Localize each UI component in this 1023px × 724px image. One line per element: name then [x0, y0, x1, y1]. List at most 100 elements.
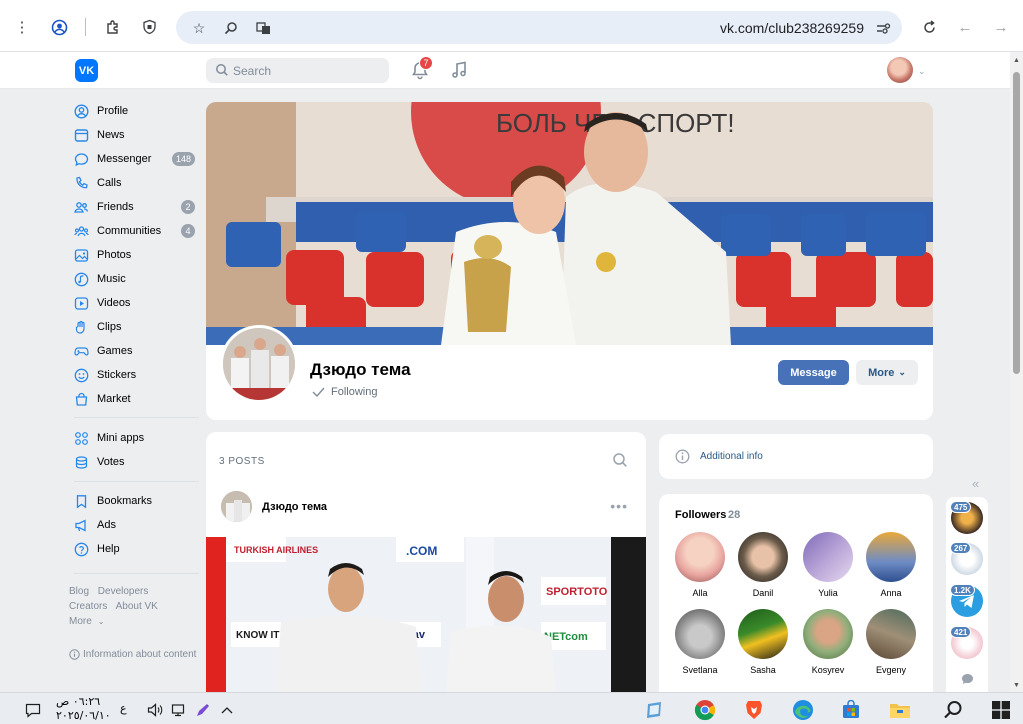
reload-icon[interactable]	[917, 15, 941, 39]
site-settings-icon[interactable]	[872, 17, 894, 39]
grid-icon	[75, 431, 88, 445]
sidebar-item-label: Market	[97, 393, 131, 405]
info-content-link[interactable]: Information about content	[69, 649, 196, 660]
chrome-icon[interactable]	[694, 699, 716, 721]
notification-center-icon[interactable]	[22, 699, 44, 721]
url-text[interactable]: vk.com/club238269259	[720, 20, 864, 36]
sidebar-item-label: Clips	[97, 321, 122, 333]
translate-icon[interactable]	[252, 17, 274, 39]
follower-avatar	[803, 532, 853, 582]
sidebar-item-stickers[interactable]: Stickers	[74, 365, 199, 385]
group-name: Дзюдо тема	[310, 360, 411, 379]
sidebar-item-messenger[interactable]: Messenger 148	[74, 149, 199, 169]
info-icon	[675, 449, 690, 464]
profile-icon[interactable]	[47, 15, 71, 39]
message-icon	[74, 152, 89, 166]
posts-card: 3 POSTS Дзюдо тема ••• TURKISH AIRLINES …	[206, 432, 646, 692]
follower-item[interactable]: Sasha	[733, 609, 793, 675]
page-scrollbar[interactable]: ▲ ▼	[1010, 52, 1023, 692]
sidebar-item-bookmarks[interactable]: Bookmarks	[74, 491, 199, 511]
music-note-icon[interactable]	[449, 60, 469, 80]
address-bar[interactable]: ☆ vk.com/club238269259	[176, 11, 902, 44]
sidebar-item-calls[interactable]: Calls	[74, 173, 199, 193]
chevron-down-icon[interactable]: ⌄	[918, 66, 926, 77]
music-icon	[74, 272, 89, 286]
scrollbar-thumb[interactable]	[1013, 72, 1020, 374]
follower-item[interactable]: Evgeny	[861, 609, 921, 675]
sidebar-item-news[interactable]: News	[74, 125, 199, 145]
followers-title[interactable]: Followers	[675, 509, 726, 521]
follower-item[interactable]: Alla	[670, 532, 730, 598]
search-box[interactable]	[206, 58, 389, 83]
system-clock[interactable]: ٠٦:٢٦ ص ٢٠٢٥/٠٦/١٠	[56, 695, 111, 723]
post-author-avatar[interactable]	[221, 491, 252, 522]
group-avatar[interactable]	[220, 325, 298, 403]
store-icon[interactable]	[840, 699, 862, 721]
brave-icon[interactable]	[743, 699, 765, 721]
zoom-icon[interactable]	[220, 17, 242, 39]
user-avatar[interactable]	[887, 57, 913, 83]
search-input[interactable]	[233, 62, 383, 79]
search-icon[interactable]	[942, 699, 964, 721]
forward-icon[interactable]: →	[989, 15, 1013, 39]
file-explorer-icon[interactable]	[889, 699, 911, 721]
sidebar-item-mini-apps[interactable]: Mini apps	[74, 428, 199, 448]
footer-link-blog[interactable]: Blog	[69, 586, 89, 597]
network-icon[interactable]	[168, 699, 190, 721]
chevron-up-icon[interactable]	[216, 699, 238, 721]
more-button[interactable]: More ⌄	[856, 360, 918, 385]
footer-link-creators[interactable]: Creators	[69, 601, 107, 612]
followers-count: 28	[728, 509, 741, 521]
sidebar-item-friends[interactable]: Friends 2	[74, 197, 199, 217]
follower-item[interactable]: Danil	[733, 532, 793, 598]
sidebar-item-communities[interactable]: Communities 4	[74, 221, 199, 241]
windows-start-icon[interactable]	[990, 699, 1012, 721]
scroll-up-icon[interactable]: ▲	[1013, 57, 1020, 64]
sidebar-item-music[interactable]: Music	[74, 269, 199, 289]
footer-link-developers[interactable]: Developers	[98, 586, 149, 597]
friends-count-badge: 2	[181, 200, 195, 214]
sidebar-item-market[interactable]: Market	[74, 389, 199, 409]
footer-link-about[interactable]: About VK	[116, 601, 158, 612]
notes-app-icon[interactable]	[644, 699, 666, 721]
banner-sportoto: SPORTOTO	[546, 586, 608, 598]
sidebar-item-votes[interactable]: Votes	[74, 452, 199, 472]
sidebar-item-videos[interactable]: Videos	[74, 293, 199, 313]
bookmark-icon	[76, 494, 87, 508]
follower-item[interactable]: Svetlana	[670, 609, 730, 675]
edge-icon[interactable]	[792, 699, 814, 721]
sidebar-item-label: Music	[97, 273, 126, 285]
collapse-chevron-icon[interactable]: «	[972, 476, 979, 491]
sidebar-item-games[interactable]: Games	[74, 341, 199, 361]
kebab-menu-icon[interactable]: ⋮	[10, 15, 34, 39]
sidebar-divider	[74, 573, 199, 574]
pen-icon[interactable]	[192, 699, 214, 721]
footer-link-more[interactable]: More	[69, 616, 92, 627]
back-icon[interactable]: ←	[953, 15, 977, 39]
additional-info-card[interactable]: Additional info	[659, 434, 933, 479]
scroll-down-icon[interactable]: ▼	[1013, 682, 1020, 689]
sidebar-item-label: Messenger	[97, 153, 152, 165]
input-language[interactable]: ع	[120, 702, 127, 715]
sidebar-item-help[interactable]: Help	[74, 539, 199, 559]
volume-icon[interactable]	[144, 699, 166, 721]
message-button[interactable]: Message	[778, 360, 849, 385]
post-image[interactable]: TURKISH AIRLINES .COM SPORTOTO triglav N…	[206, 537, 646, 692]
search-icon[interactable]	[612, 452, 628, 468]
shield-icon[interactable]	[137, 15, 161, 39]
sidebar-item-ads[interactable]: Ads	[74, 515, 199, 535]
extensions-icon[interactable]	[101, 15, 125, 39]
follower-item[interactable]: Yulia	[798, 532, 858, 598]
sidebar-item-photos[interactable]: Photos	[74, 245, 199, 265]
sidebar-item-label: Communities	[97, 225, 162, 237]
chat-bubble-icon[interactable]	[961, 673, 974, 685]
sidebar-item-profile[interactable]: Profile	[74, 101, 199, 121]
sidebar-item-clips[interactable]: Clips	[74, 317, 199, 337]
follower-item[interactable]: Anna	[861, 532, 921, 598]
star-icon[interactable]: ☆	[188, 17, 210, 39]
more-dots-icon[interactable]: •••	[610, 498, 628, 514]
following-status[interactable]: Following	[312, 386, 377, 398]
post-author-name[interactable]: Дзюдо тема	[262, 501, 327, 513]
follower-item[interactable]: Kosyrev	[798, 609, 858, 675]
vk-logo[interactable]: VK	[75, 59, 98, 82]
